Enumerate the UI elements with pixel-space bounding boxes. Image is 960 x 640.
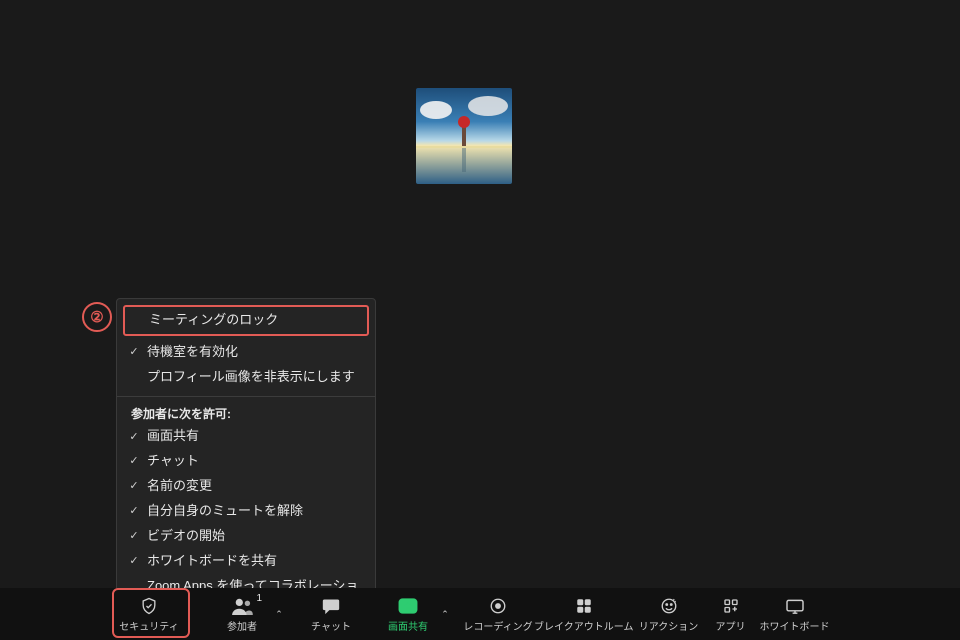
menu-allow-unmute-self[interactable]: ✓ 自分自身のミュートを解除	[117, 499, 375, 524]
menu-allow-share-whiteboard[interactable]: ✓ ホワイトボードを共有	[117, 549, 375, 574]
participants-icon	[231, 596, 253, 616]
check-icon: ✓	[127, 479, 141, 493]
check-icon: ✓	[127, 504, 141, 518]
menu-item-label: チャット	[147, 453, 361, 470]
share-screen-button[interactable]: 画面共有	[378, 590, 438, 638]
toolbar-label: レコーディング	[463, 618, 532, 633]
menu-allow-heading: 参加者に次を許可:	[117, 403, 375, 425]
toolbar-label: チャット	[311, 618, 351, 633]
menu-item-label: 画面共有	[147, 428, 361, 445]
whiteboard-button[interactable]: ホワイトボード	[758, 590, 832, 638]
apps-icon	[722, 596, 740, 616]
meeting-window: ② ミーティングのロック ✓ 待機室を有効化 プロフィール画像を非表示にします …	[0, 0, 960, 640]
menu-item-label: ミーティングのロック	[149, 312, 359, 329]
record-icon	[489, 596, 507, 616]
menu-allow-screen-share[interactable]: ✓ 画面共有	[117, 424, 375, 449]
check-icon: ✓	[127, 430, 141, 444]
menu-enable-waiting-room[interactable]: ✓ 待機室を有効化	[117, 340, 375, 365]
apps-button[interactable]: アプリ	[704, 590, 758, 638]
check-icon: ✓	[127, 345, 141, 359]
check-icon: ✓	[127, 454, 141, 468]
recording-button[interactable]: レコーディング	[462, 590, 534, 638]
share-screen-caret[interactable]: ⌃	[438, 590, 452, 638]
chat-icon	[321, 596, 341, 616]
menu-allow-start-video[interactable]: ✓ ビデオの開始	[117, 524, 375, 549]
menu-allow-chat[interactable]: ✓ チャット	[117, 449, 375, 474]
participants-button[interactable]: 1 参加者	[212, 590, 272, 638]
breakout-rooms-button[interactable]: ブレイクアウトルーム	[534, 590, 634, 638]
participants-caret[interactable]: ⌃	[272, 590, 286, 638]
self-video-tile[interactable]	[416, 88, 512, 184]
shield-icon	[139, 596, 159, 616]
whiteboard-icon	[785, 596, 805, 616]
menu-lock-meeting[interactable]: ミーティングのロック	[123, 305, 369, 336]
menu-item-label: ビデオの開始	[147, 528, 361, 545]
toolbar-label: 参加者	[227, 618, 257, 633]
toolbar-label: ブレイクアウトルーム	[534, 618, 634, 633]
security-button[interactable]: セキュリティ	[112, 590, 186, 638]
breakout-icon	[575, 596, 593, 616]
menu-item-label: プロフィール画像を非表示にします	[147, 369, 361, 386]
reactions-icon	[660, 596, 678, 616]
toolbar-label: アプリ	[716, 618, 746, 633]
annotation-2: ②	[82, 302, 112, 332]
share-screen-icon	[397, 596, 419, 616]
menu-hide-profile-pictures[interactable]: プロフィール画像を非表示にします	[117, 365, 375, 390]
toolbar-label: リアクション	[639, 618, 699, 633]
menu-item-label: 名前の変更	[147, 478, 361, 495]
participants-count: 1	[256, 593, 262, 604]
menu-item-label: 待機室を有効化	[147, 344, 361, 361]
menu-allow-rename[interactable]: ✓ 名前の変更	[117, 474, 375, 499]
meeting-toolbar: セキュリティ 1 参加者 ⌃ チャット 画面共有 ⌃	[0, 588, 960, 640]
chat-button[interactable]: チャット	[304, 590, 358, 638]
toolbar-label: セキュリティ	[119, 618, 178, 633]
check-icon: ✓	[127, 529, 141, 543]
menu-item-label: ホワイトボードを共有	[147, 553, 361, 570]
toolbar-label: 画面共有	[388, 618, 428, 633]
reactions-button[interactable]: リアクション	[634, 590, 704, 638]
toolbar-label: ホワイトボード	[760, 618, 830, 633]
menu-divider	[117, 396, 375, 397]
menu-item-label: 自分自身のミュートを解除	[147, 503, 361, 520]
check-icon: ✓	[127, 554, 141, 568]
